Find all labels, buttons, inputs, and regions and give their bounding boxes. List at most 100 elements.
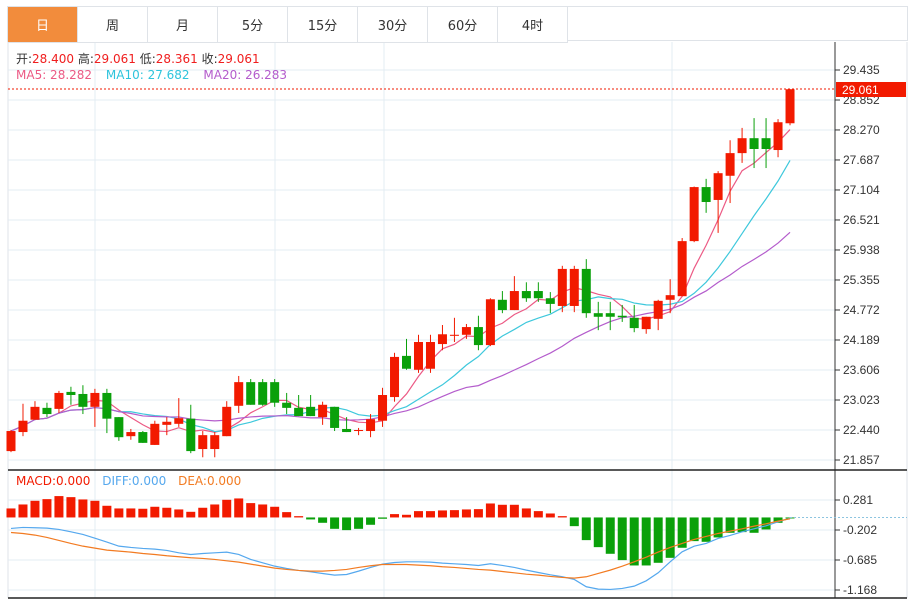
candle-body [785, 89, 795, 124]
tab-0[interactable]: 日 [8, 7, 78, 43]
candle-body [569, 268, 579, 306]
candle-body [461, 327, 471, 335]
macd-bar [689, 517, 699, 542]
tabs-filler [568, 6, 908, 41]
candle-body [198, 435, 208, 450]
ma10-value: MA10: 27.682 [105, 68, 190, 82]
candle-body [509, 291, 519, 311]
tab-2[interactable]: 月 [148, 7, 218, 43]
close-value: 29.061 [217, 52, 260, 66]
price-tick-label: 23.606 [843, 363, 880, 377]
macd-bar [114, 508, 124, 518]
candle-body [713, 173, 723, 200]
macd-bar [30, 500, 40, 518]
candle-body [629, 317, 639, 329]
price-tick-label: 24.189 [843, 333, 880, 347]
macd-tick-label: -0.202 [843, 523, 877, 537]
candle-body [6, 431, 16, 452]
candle-body [234, 382, 244, 406]
macd-bar [545, 513, 555, 518]
price-tick-label: 25.938 [843, 243, 880, 257]
candle-body [533, 291, 543, 299]
candle-body [150, 423, 160, 445]
macd-bar [366, 517, 376, 525]
macd-bar [258, 504, 268, 518]
candle-body [42, 407, 52, 415]
macd-bar [42, 499, 52, 518]
high-label: 高: [77, 52, 94, 66]
dea-value: DEA:0.000 [178, 474, 242, 488]
macd-bar [509, 504, 519, 518]
candle-body [473, 327, 483, 346]
candle-body [270, 382, 280, 403]
candle-body [390, 356, 400, 398]
macd-bar [557, 516, 567, 518]
candle-body [210, 435, 220, 450]
macd-bar [461, 509, 471, 518]
tab-5[interactable]: 30分 [358, 7, 428, 43]
macd-bar [186, 511, 196, 518]
candle-body [186, 418, 196, 452]
macd-info: MACD:0.000 DIFF:0.000 DEA:0.000 [16, 474, 241, 488]
candle-body [413, 341, 423, 370]
candle-body [402, 355, 412, 369]
macd-bar [174, 509, 184, 518]
macd-bar [629, 517, 639, 566]
macd-bar [282, 512, 292, 518]
candle-body [114, 417, 124, 438]
candle-body [294, 407, 304, 417]
open-label: 开: [16, 52, 33, 66]
candle-body [126, 432, 136, 437]
macd-bar [162, 507, 172, 518]
candle-body [90, 392, 100, 407]
macd-bar [665, 517, 675, 558]
macd-bar [378, 517, 388, 519]
macd-bar [330, 517, 340, 529]
candle-body [773, 122, 783, 151]
ma5-value: MA5: 28.282 [16, 68, 93, 82]
tab-3[interactable]: 5分 [218, 7, 288, 43]
macd-bar [66, 497, 76, 518]
candle-body [653, 300, 663, 319]
candle-body [102, 392, 112, 419]
candle-body [581, 268, 591, 314]
macd-bar [354, 517, 364, 529]
macd-bar [102, 505, 112, 518]
candle-body [485, 299, 495, 346]
candle-body [378, 395, 388, 421]
moving-average-lines [10, 129, 791, 433]
macd-bar [701, 517, 711, 542]
tab-4[interactable]: 15分 [288, 7, 358, 43]
close-label: 收: [201, 52, 218, 66]
candle-body [354, 429, 364, 432]
macd-bar [294, 516, 304, 518]
price-tick-label: 27.687 [843, 153, 880, 167]
candle-body [605, 313, 615, 317]
ma-info: MA5: 28.282 MA10: 27.682 MA20: 26.283 [16, 68, 287, 82]
tab-7[interactable]: 4时 [498, 7, 568, 43]
low-label: 低: [139, 52, 156, 66]
current-price-label: 29.061 [842, 83, 879, 97]
price-tick-label: 24.772 [843, 303, 880, 317]
macd-bar [150, 506, 160, 518]
tab-6[interactable]: 60分 [428, 7, 498, 43]
candle-body [665, 295, 675, 300]
candle-body [366, 419, 376, 432]
tab-1[interactable]: 周 [78, 7, 148, 43]
macd-bar [497, 504, 507, 518]
macd-tick-label: 0.281 [843, 493, 873, 507]
candle-body [617, 315, 627, 318]
kline-chart[interactable]: 29.43528.85228.27027.68727.10426.52125.9… [0, 0, 915, 601]
macd-bar [138, 508, 148, 518]
macd-bar [90, 500, 100, 518]
macd-tick-label: -0.685 [843, 553, 877, 567]
macd-bar [653, 517, 663, 563]
macd-bar [437, 510, 447, 518]
candle-body [318, 404, 328, 418]
ma20-value: MA20: 26.283 [203, 68, 288, 82]
low-value: 28.361 [155, 52, 198, 66]
candle-body [725, 153, 735, 176]
macd-bar [270, 506, 280, 518]
macd-bar [54, 496, 64, 518]
candle-body [162, 421, 172, 425]
